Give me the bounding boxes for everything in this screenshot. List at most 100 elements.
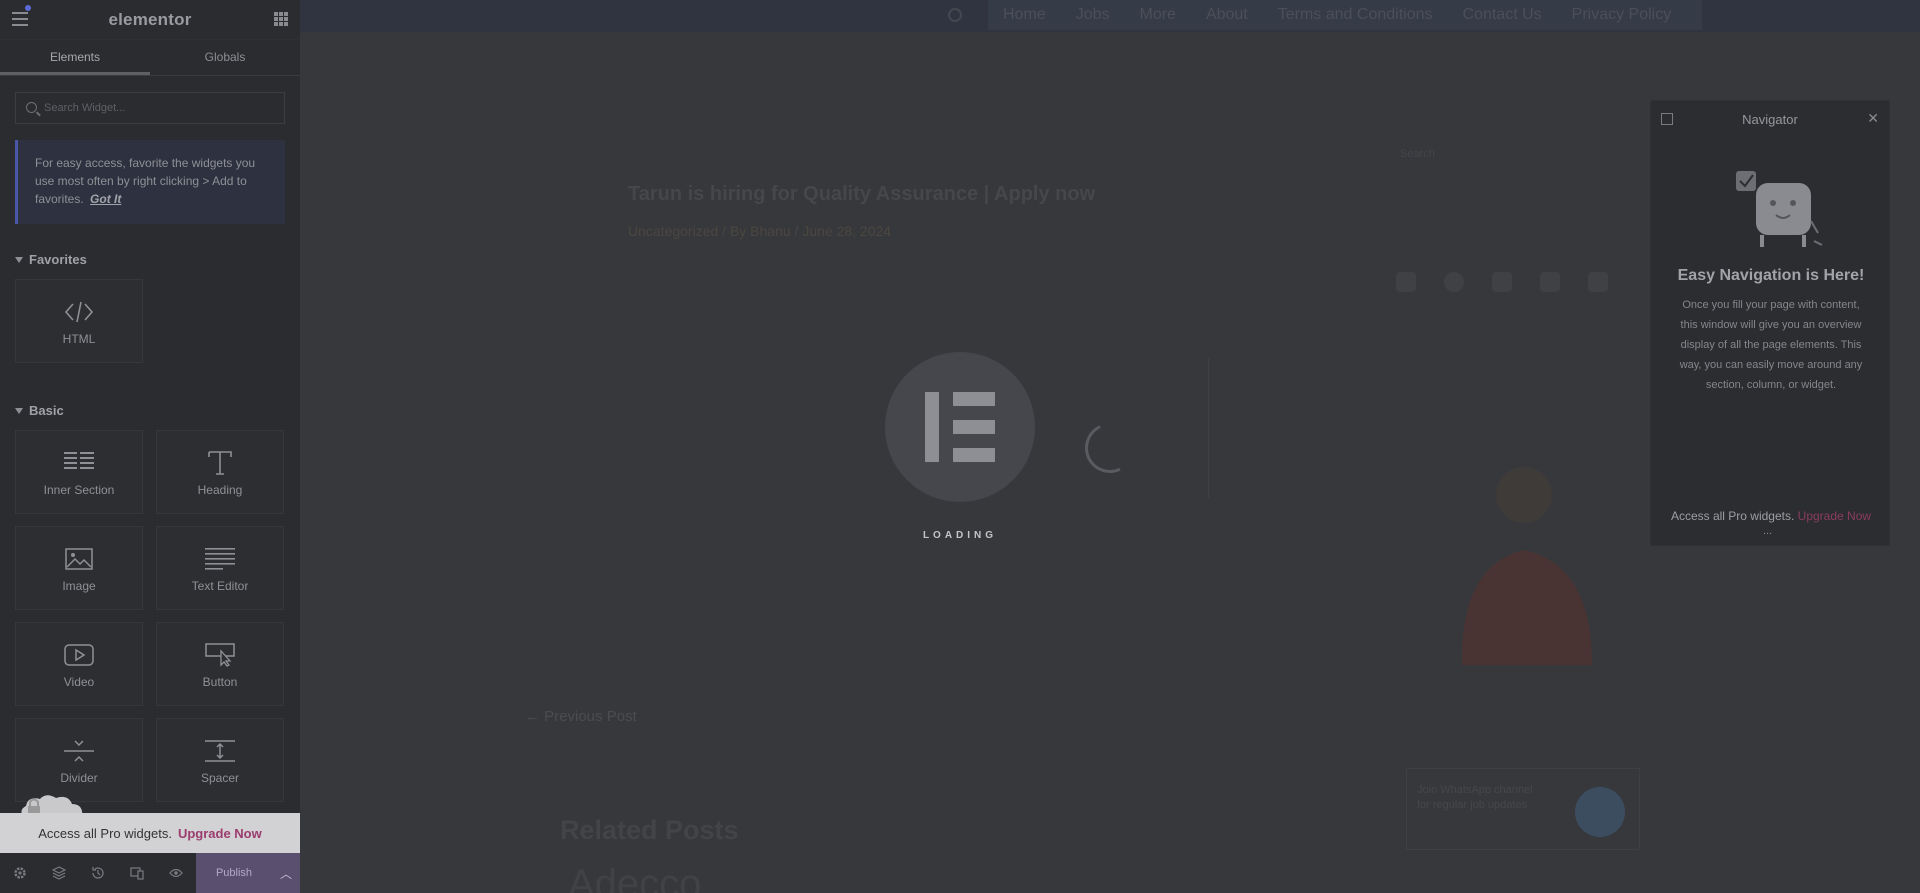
widget-video[interactable]: Video <box>15 622 143 706</box>
preview-eye-icon[interactable] <box>156 853 195 893</box>
sidebar-search: Search <box>1400 142 1635 166</box>
social-links <box>1396 272 1608 292</box>
previous-post-link: ← Previous Post <box>525 708 637 725</box>
nav-jobs: Jobs <box>1075 6 1110 23</box>
site-navigation: Home Jobs More About Terms and Condition… <box>1003 0 1701 32</box>
widget-spacer[interactable]: Spacer <box>156 718 284 802</box>
navigator-heading: Easy Navigation is Here! <box>1677 267 1865 284</box>
logo-line <box>953 392 995 406</box>
basic-section-title[interactable]: Basic <box>15 403 285 418</box>
twitter-icon <box>1540 272 1560 292</box>
caret-down-icon <box>15 407 23 414</box>
navigator-pro-banner: Access all Pro widgets. Upgrade Now <box>1651 509 1891 523</box>
whatsapp-cta: Join WhatsApp channel for regular job up… <box>1406 768 1640 850</box>
upgrade-now-link[interactable]: Upgrade Now <box>178 826 262 841</box>
notification-dot <box>25 5 31 11</box>
cta-text: Join WhatsApp channel for regular job up… <box>1417 784 1533 811</box>
post-title: Tarun is hiring for Quality Assurance | … <box>628 183 1096 205</box>
editor-panel: elementor Elements Globals For easy acce… <box>0 0 300 893</box>
code-icon <box>62 298 96 326</box>
navigator-more: ... <box>1763 525 1773 537</box>
widget-heading[interactable]: Heading <box>156 430 284 514</box>
heading-icon <box>203 449 237 477</box>
hamburger-menu-icon[interactable] <box>12 12 28 26</box>
nav-more: More <box>1139 6 1176 23</box>
caret-down-icon <box>15 256 23 263</box>
linkedin-icon <box>1588 272 1608 292</box>
nav-about: About <box>1205 6 1248 23</box>
sidebar-search-placeholder: Search <box>1400 148 1435 160</box>
navigator-description: Once you fill your page with content, th… <box>1679 299 1863 391</box>
favorites-tip: For easy access, favorite the widgets yo… <box>15 140 285 224</box>
widget-label: Text Editor <box>191 579 249 593</box>
widget-label: Divider <box>60 771 98 785</box>
search-input[interactable] <box>44 93 284 123</box>
widget-label: Spacer <box>200 771 240 785</box>
logo-line <box>953 448 995 462</box>
section-label: Favorites <box>29 252 87 267</box>
tab-elements[interactable]: Elements <box>0 40 150 75</box>
widget-label: HTML <box>62 332 96 346</box>
close-icon[interactable]: ✕ <box>1867 110 1879 127</box>
widget-label: Image <box>62 579 96 593</box>
navigator-title: Navigator <box>1742 111 1798 127</box>
facebook-icon <box>1444 272 1464 292</box>
publish-label: Publish <box>215 867 253 879</box>
search-icon <box>948 8 962 22</box>
widget-search <box>15 92 285 124</box>
panel-footer: Publish ︿ <box>0 853 300 893</box>
panel-tabs: Elements Globals <box>0 40 300 76</box>
logo-bar <box>925 392 939 462</box>
pro-banner-text: Access all Pro widgets. <box>38 825 172 841</box>
widget-image[interactable]: Image <box>15 526 143 610</box>
spacer-icon <box>203 737 237 765</box>
apps-grid-icon[interactable] <box>274 12 288 26</box>
got-it-link[interactable]: Got It <box>90 192 121 206</box>
nav-contact: Contact Us <box>1462 6 1542 23</box>
divider-line <box>1208 358 1209 498</box>
widget-label: Heading <box>197 483 243 497</box>
telegram-icon <box>1575 787 1625 837</box>
navigator-header: Navigator ✕ <box>1651 101 1889 137</box>
related-posts-heading: Related Posts <box>560 815 739 845</box>
instagram-icon <box>1492 272 1512 292</box>
widget-label: Inner Section <box>43 483 115 497</box>
favorites-grid: HTML <box>15 279 285 363</box>
nav-privacy: Privacy Policy <box>1571 6 1672 23</box>
tab-globals[interactable]: Globals <box>150 40 300 75</box>
collapse-all-icon[interactable] <box>1661 113 1673 125</box>
layers-icon[interactable] <box>39 853 78 893</box>
person-image <box>1461 467 1592 665</box>
navigator-pro-text: Access all Pro widgets. <box>1670 509 1795 523</box>
section-label: Basic <box>29 403 64 418</box>
responsive-mode-icon[interactable] <box>117 853 156 893</box>
widget-label: Button <box>202 675 238 689</box>
history-icon[interactable] <box>78 853 117 893</box>
widget-text-editor[interactable]: Text Editor <box>156 526 284 610</box>
settings-gear-icon[interactable] <box>0 853 39 893</box>
image-icon <box>62 545 96 573</box>
site-header: Home Jobs More About Terms and Condition… <box>300 0 1920 32</box>
favorites-section-title[interactable]: Favorites <box>15 252 285 267</box>
chevron-up-icon[interactable]: ︿ <box>272 865 300 882</box>
navigator-panel: Navigator ✕ Easy Navigation is Here! Onc… <box>1650 100 1890 546</box>
widget-html[interactable]: HTML <box>15 279 143 363</box>
widget-label: Video <box>63 675 95 689</box>
elementor-logo: elementor <box>108 9 192 29</box>
related-post-title: Adecco <box>568 862 702 893</box>
publish-button[interactable]: Publish ︿ <box>196 853 300 893</box>
search-icon <box>26 102 37 113</box>
text-editor-icon <box>203 545 237 573</box>
loading-text: LOADING <box>922 530 998 541</box>
navigator-robot-illustration <box>1736 171 1823 247</box>
widget-button[interactable]: Button <box>156 622 284 706</box>
widget-inner-section[interactable]: Inner Section <box>15 430 143 514</box>
inner-section-icon <box>62 449 96 477</box>
divider-icon <box>62 737 96 765</box>
logo-line <box>953 420 995 434</box>
pro-widgets-banner: Access all Pro widgets. Upgrade Now <box>0 813 300 853</box>
post-meta: Uncategorized / By Bhanu / June 28, 2024 <box>628 223 892 239</box>
navigator-upgrade-link[interactable]: Upgrade Now <box>1798 509 1871 523</box>
nav-terms: Terms and Conditions <box>1277 6 1433 23</box>
youtube-icon <box>1396 272 1416 292</box>
